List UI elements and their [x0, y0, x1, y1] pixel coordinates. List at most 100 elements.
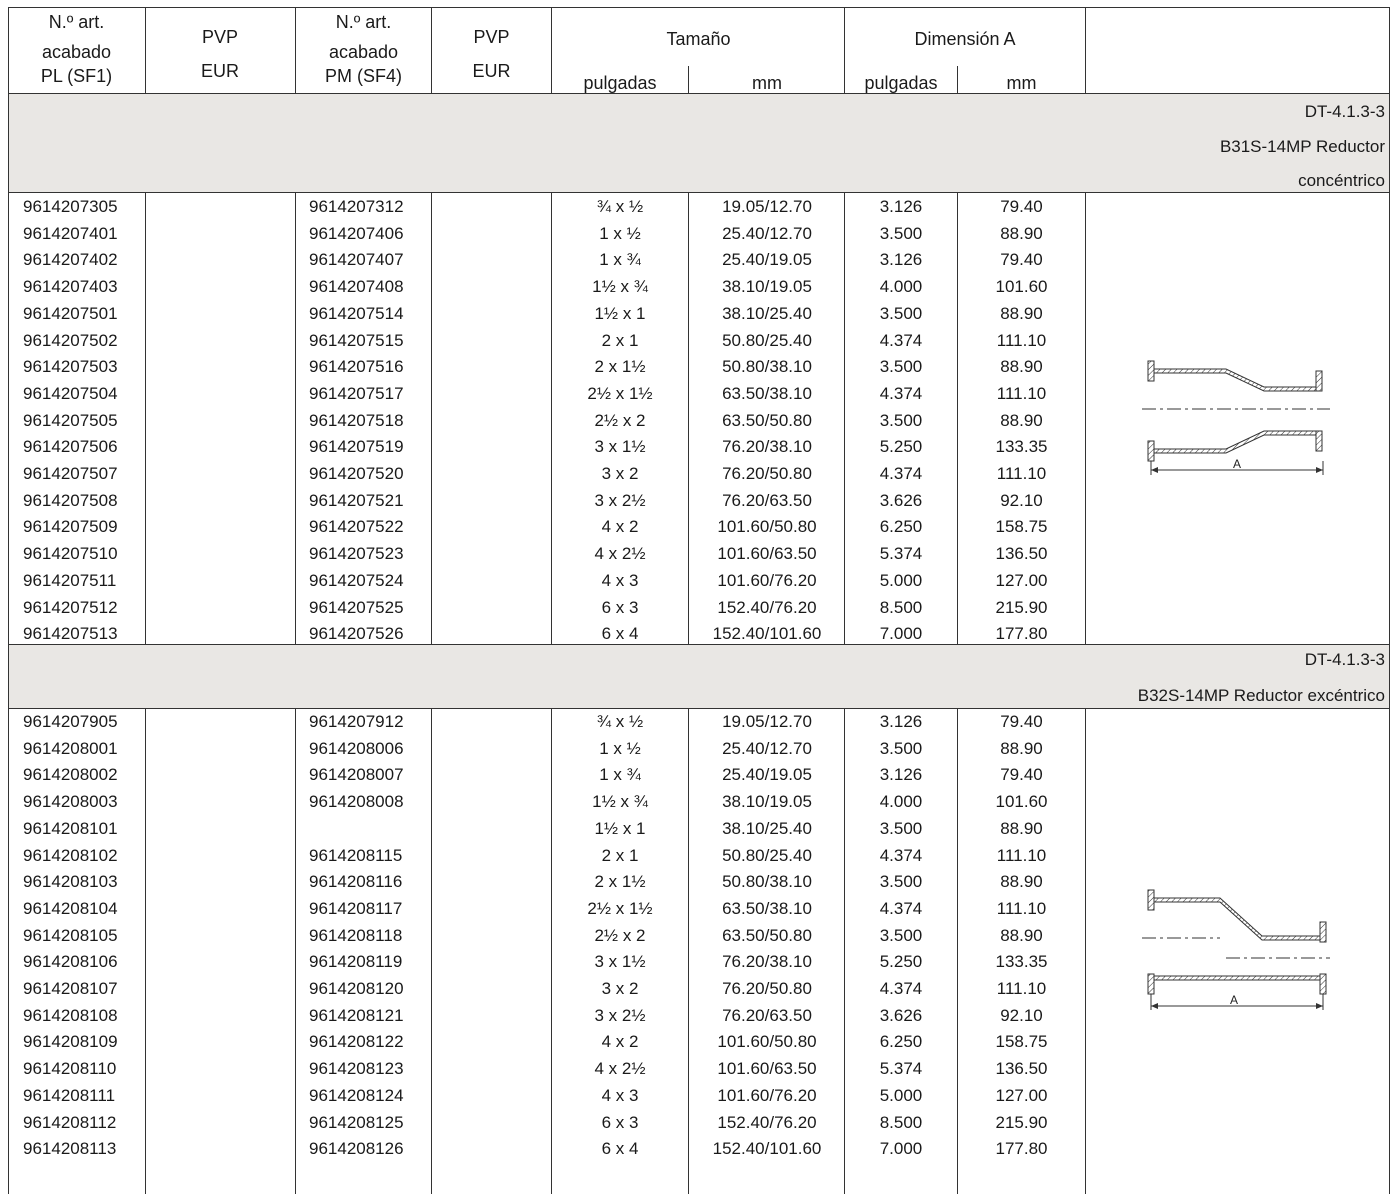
cell-art-pl: 9614207905	[23, 712, 118, 731]
cell-size-inches: 1½ x 1	[594, 818, 646, 838]
cell-dim-mm: 92.10	[1000, 1005, 1043, 1025]
cell-art-pl: 9614207506	[23, 437, 118, 457]
cell-dim-mm: 158.75	[995, 517, 1048, 537]
cell-dim-inches: 8.500	[879, 597, 923, 617]
section-2-band-top-line	[8, 644, 1390, 645]
cell-dim-inches: 3.500	[879, 738, 923, 758]
cell-dim-mm: 88.90	[1000, 872, 1043, 892]
vline-s2-6	[844, 708, 845, 1194]
cell-art-pl: 9614208003	[23, 792, 118, 812]
cell-dim-mm: 88.90	[1000, 357, 1043, 377]
cell-dim-mm: 158.75	[995, 1032, 1048, 1052]
cell-art-pl: 9614208002	[23, 765, 118, 785]
cell-size-inches: 2½ x 2	[594, 410, 646, 430]
section-1-title-line-1: B31S-14MP Reductor	[1219, 137, 1385, 156]
table-row: 9614207511 9614207524 4 x 3 101.60/76.20 5.0…	[0, 568, 1395, 595]
cell-size-mm: 25.40/19.05	[722, 765, 812, 785]
cell-dim-mm: 127.00	[995, 570, 1048, 590]
cell-size-mm: 19.05/12.70	[722, 712, 812, 731]
cell-dim-inches: 8.500	[879, 1112, 923, 1132]
cell-dim-mm: 79.40	[1000, 197, 1043, 216]
table-row: 9614208113 9614208126 6 x 4 152.40/101.60 7.…	[0, 1136, 1395, 1163]
vline-h-3	[431, 7, 432, 94]
cell-dim-inches: 4.374	[879, 898, 923, 918]
cell-dim-inches: 5.250	[879, 437, 923, 457]
cell-size-mm: 50.80/25.40	[722, 330, 812, 350]
cell-art-pm: 9614208008	[309, 792, 404, 812]
vline-s1-4	[551, 192, 552, 644]
table-row: 9614207508 9614207521 3 x 2½ 76.20/63.50 3.6…	[0, 488, 1395, 515]
cell-art-pm: 9614208120	[309, 979, 404, 998]
cell-size-mm: 101.60/76.20	[717, 570, 817, 590]
vline-s2-2	[295, 708, 296, 1194]
cell-art-pm: 9614207406	[309, 223, 404, 243]
cell-dim-mm: 88.90	[1000, 303, 1043, 323]
cell-art-pl: 9614207507	[23, 464, 118, 483]
table-row: 9614208102 9614208115 2 x 1 50.80/25.40 4.37…	[0, 843, 1395, 870]
cell-size-inches: 6 x 3	[601, 1112, 639, 1132]
header-col-art-pm: N.º art. acabado PM (SF4)	[324, 12, 402, 86]
section-1-title-line-2: concéntrico	[1298, 171, 1385, 190]
header-col-pvp-1: PVP EUR	[200, 27, 239, 81]
vline-s1-3	[431, 192, 432, 644]
cell-art-pl: 9614208108	[23, 1005, 118, 1025]
cell-art-pl: 9614208101	[23, 818, 118, 838]
cell-size-mm: 38.10/19.05	[722, 792, 812, 812]
table-row: 9614207905 9614207912 ¾ x ½ 19.05/12.70 3.12…	[0, 709, 1395, 736]
cell-size-inches: 4 x 3	[601, 570, 639, 590]
cell-size-inches: 2½ x 2	[594, 925, 646, 945]
cell-size-inches: 1½ x ¾	[592, 792, 648, 812]
table-row: 9614208109 9614208122 4 x 2 101.60/50.80 6.2…	[0, 1029, 1395, 1056]
vline-s2-7	[957, 708, 958, 1194]
cell-size-mm: 63.50/38.10	[722, 898, 812, 918]
cell-dim-mm: 88.90	[1000, 410, 1043, 430]
table-row: 9614207403 9614207408 1½ x ¾ 38.10/19.05 4.0…	[0, 274, 1395, 301]
cell-size-mm: 76.20/63.50	[722, 490, 812, 510]
cell-art-pl: 9614208105	[23, 925, 118, 945]
cell-art-pm: 9614207514	[309, 303, 404, 323]
header-size: Tamaño	[666, 29, 731, 49]
vline-h-sub-1	[688, 66, 689, 94]
cell-size-mm: 152.40/101.60	[712, 1139, 822, 1159]
cell-size-mm: 63.50/38.10	[722, 383, 812, 403]
cell-art-pm: 9614207524	[309, 570, 404, 590]
cell-art-pl: 9614207510	[23, 544, 118, 564]
table-row: 9614208101 1½ x 1 38.10/25.40 3.500 88.90	[0, 816, 1395, 843]
cell-dim-inches: 4.374	[879, 979, 923, 998]
vline-s2-8	[1085, 708, 1086, 1194]
table-row: 9614207502 9614207515 2 x 1 50.80/25.40 4.37…	[0, 328, 1395, 355]
cell-dim-inches: 3.500	[879, 223, 923, 243]
cell-art-pm: 9614207312	[309, 197, 404, 216]
table-row: 9614208002 9614208007 1 x ¾ 25.40/19.05 3.12…	[0, 762, 1395, 789]
cell-size-mm: 101.60/76.20	[717, 1085, 817, 1105]
cell-dim-mm: 136.50	[995, 544, 1048, 564]
cell-size-inches: 2 x 1½	[594, 872, 646, 892]
cell-dim-inches: 3.626	[879, 490, 923, 510]
cell-art-pl: 9614207505	[23, 410, 118, 430]
cell-art-pm: 9614207407	[309, 250, 404, 270]
cell-size-mm: 76.20/38.10	[722, 437, 812, 457]
cell-art-pl: 9614208103	[23, 872, 118, 892]
cell-art-pm: 9614208123	[309, 1059, 404, 1079]
cell-dim-inches: 4.374	[879, 383, 923, 403]
cell-size-inches: 3 x 2	[601, 464, 639, 483]
cell-size-mm: 25.40/12.70	[722, 223, 812, 243]
cell-dim-mm: 101.60	[995, 277, 1048, 297]
cell-art-pl: 9614207509	[23, 517, 118, 537]
cell-art-pl: 9614208102	[23, 845, 118, 865]
cell-dim-inches: 6.250	[879, 1032, 923, 1052]
cell-size-inches: 1½ x 1	[594, 303, 646, 323]
section-2-band-bottom-line	[8, 708, 1390, 709]
cell-size-inches: 4 x 2½	[594, 1059, 646, 1079]
vline-s1-8	[1085, 192, 1086, 644]
cell-size-mm: 50.80/38.10	[722, 872, 812, 892]
cell-art-pl: 9614208112	[23, 1112, 117, 1132]
cell-size-mm: 63.50/50.80	[722, 410, 812, 430]
cell-dim-mm: 127.00	[995, 1085, 1048, 1105]
cell-dim-inches: 4.000	[879, 277, 923, 297]
cell-size-inches: 1½ x ¾	[592, 277, 648, 297]
cell-size-mm: 101.60/63.50	[717, 1059, 817, 1079]
cell-art-pm: 9614208126	[309, 1139, 404, 1159]
cell-size-mm: 19.05/12.70	[722, 197, 812, 216]
cell-art-pm: 9614208124	[309, 1085, 404, 1105]
